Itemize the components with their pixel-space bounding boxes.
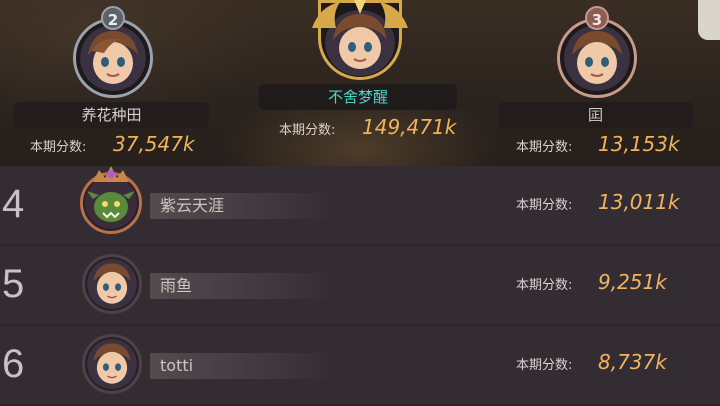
rank-1-score-label: 本期分数: (279, 123, 336, 138)
rank-1-name: 不舍梦醒 (259, 84, 457, 110)
score-label: 本期分数: (516, 358, 573, 373)
rank-1-score: 149,471k (362, 115, 457, 139)
crown-wings-icon (312, 0, 408, 28)
hero-portrait-icon (80, 25, 146, 91)
score-label: 本期分数: (516, 198, 573, 213)
rank-3-score: 13,153k (598, 132, 680, 156)
leaderboard-row[interactable]: 5 雨鱼 本期分数: 9,251k (0, 246, 720, 326)
score-label: 本期分数: (516, 278, 573, 293)
purple-gem-crown-icon (93, 166, 129, 182)
score-value: 13,011k (598, 190, 680, 214)
rank-2-name: 养花种田 (14, 102, 209, 128)
rank-number: 5 (2, 262, 25, 306)
rank-number: 4 (2, 182, 25, 226)
leaderboard-row[interactable]: 6 totti 本期分数: 8,737k (0, 326, 720, 406)
player-name: 紫云天涯 (150, 193, 340, 219)
rank-2-badge: 2 (101, 6, 125, 30)
rank-3-badge: 3 (585, 6, 609, 30)
score-value: 9,251k (598, 270, 667, 294)
avatar[interactable] (82, 254, 142, 314)
player-name: totti (150, 353, 340, 379)
monster-portrait-icon (85, 177, 137, 229)
rank-3-score-label: 本期分数: (516, 140, 573, 155)
hero-portrait-icon (87, 259, 137, 309)
hero-portrait-icon (564, 25, 630, 91)
top-three-podium: 2 养花种田 本期分数: 37,547k 不舍梦醒 本期分数: 149,471k (0, 0, 720, 168)
rank-number: 6 (2, 342, 25, 386)
player-name: 雨鱼 (150, 273, 340, 299)
rank-2-score-label: 本期分数: (30, 140, 87, 155)
hero-portrait-icon (87, 339, 137, 389)
avatar[interactable] (82, 334, 142, 394)
leaderboard-row[interactable]: 4 紫云天涯 本期分数: 13,011k (0, 166, 720, 246)
rank-3-name: 囸 (498, 102, 693, 128)
menu-icon[interactable] (698, 0, 720, 40)
rank-2-score: 37,547k (113, 132, 195, 156)
score-value: 8,737k (598, 350, 667, 374)
